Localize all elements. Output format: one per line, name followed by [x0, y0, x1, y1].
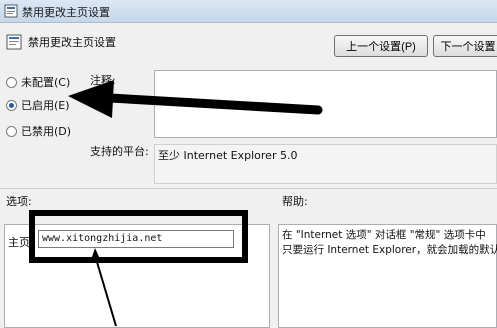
- annotation-arrow-enabled: [68, 80, 323, 118]
- annotation-arrow-url: [90, 248, 117, 327]
- annotation-arrows: [68, 80, 323, 327]
